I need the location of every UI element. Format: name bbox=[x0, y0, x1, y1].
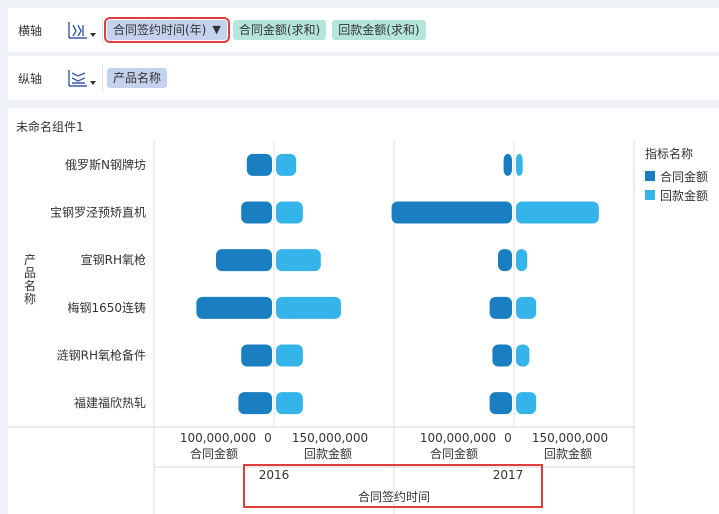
y-axis-title-char: 产 bbox=[24, 253, 36, 267]
axis-measure-label: 合同金额 bbox=[430, 446, 478, 461]
y-axis-field-pill[interactable]: 产品名称 bbox=[107, 68, 168, 88]
bar-payment-amount bbox=[276, 249, 321, 272]
x-axis-field-pill[interactable]: 回款金额(求和) bbox=[332, 20, 426, 40]
bar-payment-amount bbox=[516, 201, 599, 224]
bar-contract-amount bbox=[241, 201, 272, 224]
bar-payment-amount bbox=[276, 392, 303, 415]
field-pill-label: 回款金额(求和) bbox=[338, 23, 420, 37]
field-pill-label: 产品名称 bbox=[113, 71, 162, 85]
bar-contract-amount bbox=[216, 249, 272, 272]
x-axis-field-pill[interactable]: 合同签约时间(年) ▼ bbox=[104, 17, 230, 43]
x-axis-title: 合同签约时间 bbox=[358, 489, 430, 504]
tick-label: 0 bbox=[264, 431, 272, 445]
tick-label: 0 bbox=[504, 431, 512, 445]
tick-label: 150,000,000 bbox=[292, 431, 368, 445]
bar-payment-amount bbox=[516, 392, 537, 415]
year-label: 2016 bbox=[259, 468, 290, 482]
y-axis-row: 纵轴 产品名称 bbox=[8, 56, 719, 100]
category-label: 梅钢1650连铸 bbox=[67, 300, 146, 315]
field-pill-label: 合同签约时间(年) bbox=[113, 23, 207, 37]
x-axis-label: 横轴 bbox=[18, 23, 43, 38]
bar-contract-amount bbox=[498, 249, 512, 272]
axis-measure-label: 合同金额 bbox=[190, 446, 238, 461]
legend-label: 合同金额 bbox=[660, 169, 708, 184]
category-label: 宣钢RH氧枪 bbox=[81, 252, 146, 267]
filter-icon[interactable]: ▼ bbox=[212, 20, 220, 40]
category-label: 俄罗斯N钢牌坊 bbox=[65, 157, 146, 172]
horizontal-chart-icon bbox=[68, 70, 87, 87]
y-axis-title-char: 称 bbox=[24, 292, 36, 306]
bar-contract-amount bbox=[489, 296, 512, 319]
vertical-chart-icon bbox=[68, 22, 87, 39]
legend-swatch bbox=[645, 190, 655, 200]
y-axis-fields: 产品名称 bbox=[107, 68, 173, 88]
bar-payment-amount bbox=[516, 153, 523, 176]
x-axis-chart-type-dropdown[interactable] bbox=[56, 15, 100, 45]
divider bbox=[102, 64, 103, 92]
y-axis-label: 纵轴 bbox=[18, 71, 43, 86]
legend-title: 指标名称 bbox=[645, 146, 693, 161]
category-label: 涟钢RH氧枪备件 bbox=[57, 348, 146, 363]
chevron-down-icon bbox=[90, 81, 96, 85]
bar-contract-amount bbox=[489, 392, 512, 415]
category-label: 宝钢罗泾预矫直机 bbox=[50, 205, 146, 220]
axis-measure-label: 回款金额 bbox=[304, 446, 352, 461]
axis-measure-label: 回款金额 bbox=[544, 446, 592, 461]
bar-contract-amount bbox=[503, 153, 512, 176]
bar-payment-amount bbox=[516, 249, 528, 272]
x-axis-fields: 合同签约时间(年) ▼ 合同金额(求和) 回款金额(求和) bbox=[104, 17, 432, 43]
bar-contract-amount bbox=[492, 344, 512, 367]
bar-payment-amount bbox=[276, 296, 341, 319]
y-axis-title-char: 品 bbox=[24, 266, 36, 280]
bar-chart: 俄罗斯N钢牌坊宝钢罗泾预矫直机宣钢RH氧枪梅钢1650连铸涟钢RH氧枪备件福建福… bbox=[8, 141, 708, 514]
bar-payment-amount bbox=[516, 344, 530, 367]
bar-contract-amount bbox=[238, 392, 272, 415]
tick-label: 100,000,000 bbox=[180, 431, 256, 445]
tick-label: 150,000,000 bbox=[532, 431, 608, 445]
bar-payment-amount bbox=[276, 153, 297, 176]
y-axis-title-char: 名 bbox=[24, 278, 36, 293]
bar-payment-amount bbox=[276, 201, 303, 224]
bar-contract-amount bbox=[391, 201, 512, 224]
bar-contract-amount bbox=[246, 153, 272, 176]
x-axis-row: 横轴 合同签约时间(年) ▼ 合同金额(求和) 回款金额(求和) bbox=[8, 8, 719, 52]
y-axis-chart-type-dropdown[interactable] bbox=[56, 63, 100, 93]
legend-label: 回款金额 bbox=[660, 188, 708, 203]
category-label: 福建福欣热轧 bbox=[74, 395, 146, 410]
field-pill-label: 合同金额(求和) bbox=[238, 23, 321, 37]
year-label: 2017 bbox=[493, 468, 524, 482]
chart-panel: 未命名组件1 俄罗斯N钢牌坊 宝钢罗泾预矫直机 宣钢RH氧枪 梅钢1650连铸 涟钢RH… bbox=[8, 108, 719, 514]
x-axis-field-pill[interactable]: 合同金额(求和) bbox=[232, 20, 327, 40]
bar-payment-amount bbox=[516, 296, 537, 319]
divider bbox=[102, 16, 103, 44]
chevron-down-icon bbox=[90, 33, 96, 37]
bar-payment-amount bbox=[276, 344, 303, 367]
legend-swatch bbox=[645, 171, 655, 181]
bar-contract-amount bbox=[241, 344, 272, 367]
bar-contract-amount bbox=[196, 296, 272, 319]
tick-label: 100,000,000 bbox=[420, 431, 496, 445]
